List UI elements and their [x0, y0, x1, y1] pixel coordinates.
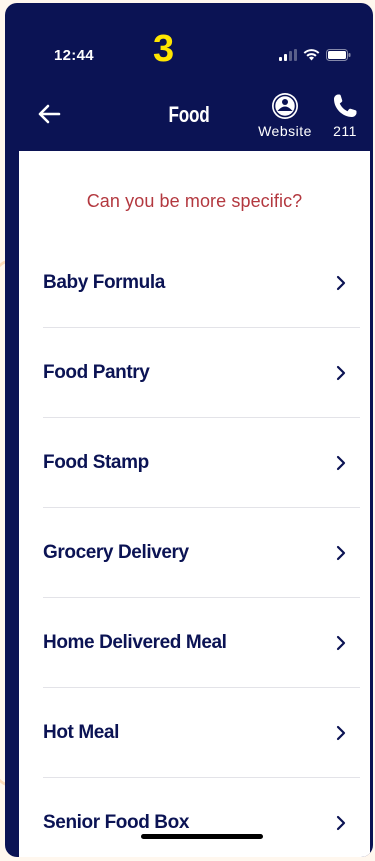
battery-icon [326, 49, 351, 61]
chevron-right-icon [336, 725, 346, 741]
list-item-home-delivered-meal[interactable]: Home Delivered Meal [43, 598, 360, 688]
list-item-grocery-delivery[interactable]: Grocery Delivery [43, 508, 360, 598]
call-211-button[interactable]: 211 [325, 92, 365, 144]
list-item-label: Grocery Delivery [43, 541, 189, 563]
list-item-food-pantry[interactable]: Food Pantry [43, 328, 360, 418]
app-header: Food Website 211 [5, 85, 373, 151]
list-item-baby-formula[interactable]: Baby Formula [43, 238, 360, 328]
list-item-label: Baby Formula [43, 271, 165, 293]
list-item-hot-meal[interactable]: Hot Meal [43, 688, 360, 778]
phone-frame: 12:44 3 Food Website 211 Can you be more… [5, 3, 373, 857]
chevron-right-icon [336, 545, 346, 561]
status-time: 12:44 [54, 47, 94, 64]
list-item-senior-food-box[interactable]: Senior Food Box [43, 778, 360, 857]
chevron-right-icon [336, 275, 346, 291]
call-label: 211 [333, 123, 357, 139]
chevron-right-icon [336, 455, 346, 471]
signal-icon [279, 49, 297, 61]
home-indicator[interactable] [141, 834, 263, 839]
list-item-label: Food Pantry [43, 361, 150, 383]
status-icons [279, 49, 351, 61]
specificity-prompt: Can you be more specific? [86, 191, 303, 211]
list-item-label: Hot Meal [43, 721, 119, 743]
content-panel: Can you be more specific? Baby Formula F… [19, 151, 370, 857]
screen: 12:44 3 Food Website 211 Can you be more… [0, 0, 375, 861]
status-bar: 12:44 3 [5, 3, 373, 85]
chevron-right-icon [336, 815, 346, 831]
website-button[interactable]: Website [252, 92, 318, 144]
list-item-food-stamp[interactable]: Food Stamp [43, 418, 360, 508]
chevron-right-icon [336, 365, 346, 381]
phone-icon [334, 94, 357, 117]
united-way-logo-icon [272, 93, 298, 119]
step-number-annotation: 3 [153, 28, 175, 70]
chevron-right-icon [336, 635, 346, 651]
website-label: Website [258, 123, 312, 139]
list-item-label: Home Delivered Meal [43, 631, 227, 653]
list-item-label: Senior Food Box [43, 811, 190, 833]
list-item-label: Food Stamp [43, 451, 149, 473]
subcategory-list: Baby Formula Food Pantry Food Stamp Groc… [43, 238, 360, 857]
wifi-icon [303, 49, 320, 61]
